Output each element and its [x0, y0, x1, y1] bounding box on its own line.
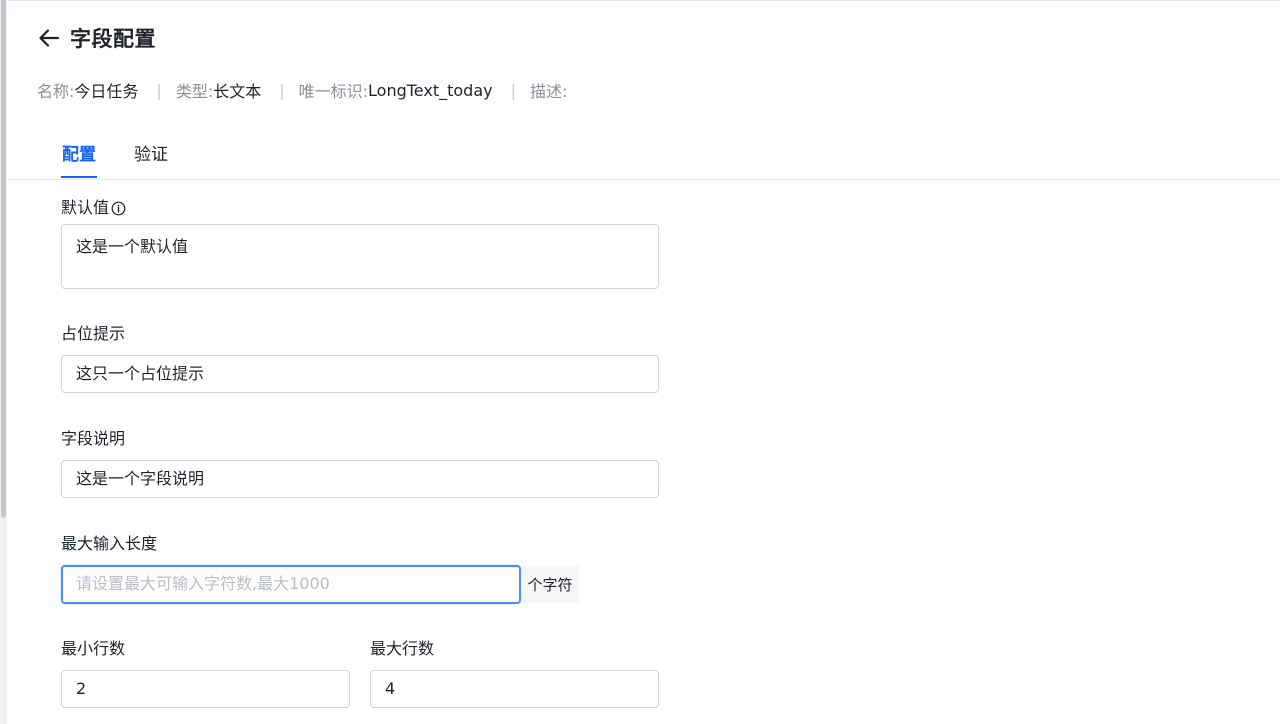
id-value: LongText_today — [368, 80, 493, 100]
placeholder-hint-input[interactable]: 这只一个占位提示 — [61, 355, 659, 393]
tab-bar: 配置 验证 — [7, 130, 1280, 180]
default-value-label-text: 默认值 — [61, 198, 110, 217]
meta-separator: | — [510, 80, 516, 100]
meta-separator: | — [279, 80, 285, 100]
info-circle-icon[interactable] — [111, 201, 126, 216]
tab-config[interactable]: 配置 — [61, 140, 97, 178]
name-value: 今日任务 — [74, 82, 139, 101]
max-length-input[interactable]: 请设置最大可输入字符数,最大1000 — [61, 565, 521, 604]
tab-verify[interactable]: 验证 — [134, 140, 168, 178]
field-config-page: 字段配置 名称: 今日任务 | 类型: 长文本 | 唯一标识: LongText… — [0, 0, 1280, 724]
meta-separator: | — [156, 80, 162, 100]
type-label: 类型: — [175, 82, 214, 101]
left-scrollbar[interactable] — [0, 0, 7, 724]
field-description-input[interactable]: 这是一个字段说明 — [61, 460, 659, 498]
back-button[interactable] — [36, 25, 62, 51]
top-divider — [7, 0, 1280, 1]
page-header: 字段配置 — [36, 22, 156, 54]
field-description-label: 字段说明 — [61, 429, 126, 448]
default-value-label: 默认值 — [61, 197, 126, 219]
scrollbar-thumb[interactable] — [1, 0, 6, 518]
name-label: 名称: — [37, 82, 75, 101]
description-label: 描述: — [530, 82, 568, 101]
arrow-left-icon — [39, 29, 60, 47]
max-rows-label: 最大行数 — [370, 639, 435, 658]
id-label: 唯一标识: — [298, 82, 369, 101]
max-length-label: 最大输入长度 — [61, 534, 158, 553]
default-value-textarea[interactable]: 这是一个默认值 — [61, 224, 659, 289]
max-rows-input[interactable]: 4 — [370, 670, 659, 708]
type-value: 长文本 — [213, 82, 262, 101]
page-title: 字段配置 — [70, 27, 156, 51]
placeholder-hint-label: 占位提示 — [61, 324, 126, 343]
max-length-suffix: 个字符 — [521, 566, 579, 603]
min-rows-label: 最小行数 — [61, 639, 126, 658]
field-meta-row: 名称: 今日任务 | 类型: 长文本 | 唯一标识: LongText_toda… — [37, 78, 567, 102]
min-rows-input[interactable]: 2 — [61, 670, 350, 708]
